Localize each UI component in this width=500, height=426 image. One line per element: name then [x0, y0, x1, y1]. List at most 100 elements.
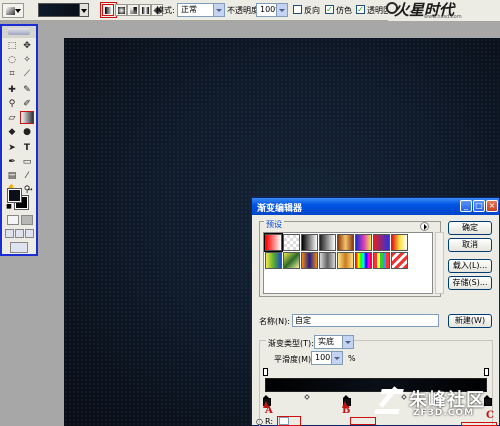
preset-swatch[interactable] — [355, 234, 372, 251]
watermark: 朱峰社区 ZF3D.COM — [375, 381, 500, 426]
chevron-down-icon — [342, 336, 353, 348]
gradient-picker-dropdown[interactable] — [80, 3, 89, 17]
preset-swatch[interactable] — [301, 234, 318, 251]
preset-swatch[interactable] — [373, 252, 390, 269]
mode-label: 模式: — [156, 6, 175, 15]
foreground-color-swatch[interactable] — [7, 188, 22, 203]
swap-colors-icon[interactable]: ↔ — [26, 186, 34, 194]
shape-tool-icon[interactable]: ▭ — [20, 156, 34, 169]
dither-checkbox[interactable]: ✓ — [325, 5, 334, 14]
dither-label: 仿色 — [336, 6, 352, 15]
preset-swatch[interactable] — [337, 234, 354, 251]
linear-gradient-button[interactable] — [102, 4, 114, 16]
clone-stamp-tool-icon[interactable]: ⚲ — [5, 98, 19, 111]
lasso-tool-icon[interactable]: ◌ — [5, 54, 19, 67]
name-input[interactable]: 自定 — [292, 314, 439, 327]
transparency-checkbox[interactable]: ✓ — [356, 5, 365, 14]
move-tool-icon[interactable]: ✥ — [20, 40, 34, 53]
color-r-radio[interactable]: ○ — [256, 417, 263, 426]
history-brush-tool-icon[interactable]: ✐ — [20, 98, 34, 111]
opacity-input[interactable]: 100% — [256, 3, 288, 17]
opacity-stop-right[interactable] — [484, 368, 489, 376]
preset-swatch[interactable] — [319, 252, 336, 269]
maximize-icon[interactable]: □ — [473, 200, 485, 212]
save-button[interactable]: 存储(S)... — [448, 276, 492, 290]
gradient-type-select[interactable]: 实底 — [314, 335, 354, 349]
healing-brush-tool-icon[interactable]: ✚ — [5, 84, 19, 97]
smoothness-label: 平滑度(M): — [274, 355, 314, 364]
preset-swatch[interactable] — [391, 234, 408, 251]
color-r-input[interactable] — [279, 417, 289, 425]
toolbox: ⬚ ✥ ◌ ✧ ⌗ ⟋ ✚ ✎ ⚲ ✐ ▱ ◆ ● ➤ T ✒ ▭ ▤ ⁄ ✋ … — [0, 24, 38, 256]
chevron-right-icon — [331, 352, 342, 364]
angle-gradient-button[interactable] — [127, 4, 139, 16]
tool-preset-picker[interactable] — [2, 3, 24, 18]
radial-gradient-button[interactable] — [115, 4, 127, 16]
linear-gradient-icon — [105, 7, 112, 14]
new-button[interactable]: 新建(W) — [448, 314, 492, 328]
eraser-tool-icon[interactable]: ▱ — [5, 112, 19, 125]
preset-swatch[interactable] — [264, 233, 283, 252]
reverse-checkbox[interactable] — [293, 5, 302, 14]
adobe-feather-icon — [8, 28, 30, 35]
jump-to-imageready-button[interactable] — [10, 242, 28, 253]
preset-swatch[interactable] — [319, 234, 336, 251]
gradient-preview-swatch[interactable] — [38, 3, 80, 17]
chevron-down-icon — [213, 4, 224, 16]
chevron-right-icon — [276, 4, 287, 16]
eyedropper-tool-icon[interactable]: ⁄ — [20, 170, 34, 183]
presets-grid — [263, 232, 433, 294]
angle-gradient-icon — [130, 7, 137, 14]
dodge-tool-icon[interactable]: ● — [20, 126, 34, 139]
site-logo: 火星时代 www.hxsd.com — [386, 0, 500, 21]
default-colors-icon[interactable]: ■ — [5, 203, 13, 211]
path-selection-tool-icon[interactable]: ➤ — [5, 142, 19, 155]
presets-menu-icon[interactable] — [420, 222, 429, 231]
radial-gradient-icon — [118, 7, 125, 14]
smoothness-unit: % — [348, 354, 356, 363]
preset-swatch[interactable] — [373, 234, 390, 251]
cancel-button[interactable]: 取消 — [448, 238, 492, 252]
dialog-title: 渐变编辑器 — [257, 204, 303, 214]
type-tool-icon[interactable]: T — [20, 142, 34, 155]
watermark-en: ZF3D.COM — [413, 408, 475, 418]
presets-scrollbar[interactable] — [435, 232, 444, 294]
preset-swatch[interactable] — [283, 234, 300, 251]
load-button[interactable]: 载入(L)... — [448, 259, 492, 273]
screen-mode-standard-button[interactable] — [5, 229, 14, 238]
preset-swatch[interactable] — [355, 252, 372, 269]
slice-tool-icon[interactable]: ⟋ — [20, 68, 34, 81]
screen-mode-full-button[interactable] — [25, 229, 34, 238]
mode-select[interactable]: 正常 — [177, 3, 225, 17]
preset-swatch[interactable] — [337, 252, 354, 269]
mode-value: 正常 — [181, 5, 197, 14]
preset-swatch[interactable] — [301, 252, 318, 269]
standard-mode-button[interactable] — [7, 215, 19, 225]
gradient-type-label: 渐变类型(T): — [266, 338, 316, 349]
screen-mode-menu-button[interactable] — [15, 229, 24, 238]
preset-swatch[interactable] — [283, 252, 300, 269]
reflected-gradient-button[interactable] — [139, 4, 151, 16]
quick-mask-mode-button[interactable] — [21, 215, 33, 225]
magic-wand-tool-icon[interactable]: ✧ — [20, 54, 34, 67]
highlight-box-location — [350, 417, 376, 425]
gradient-tool-icon[interactable] — [20, 111, 34, 124]
ok-button[interactable]: 确定 — [448, 221, 492, 235]
close-icon[interactable]: × — [486, 200, 498, 212]
crop-tool-icon[interactable]: ⌗ — [5, 68, 19, 81]
smoothness-input[interactable]: 100 — [311, 351, 343, 365]
name-label: 名称(N): — [259, 317, 290, 326]
minimize-icon[interactable]: _ — [460, 200, 472, 212]
preset-swatch[interactable] — [391, 252, 408, 269]
opacity-stop-left[interactable] — [263, 368, 268, 376]
pen-tool-icon[interactable]: ✒ — [5, 156, 19, 169]
reverse-label: 反向 — [304, 6, 320, 15]
preset-swatch[interactable] — [265, 252, 282, 269]
toolbox-header[interactable] — [2, 26, 36, 38]
blur-tool-icon[interactable]: ◆ — [5, 126, 19, 139]
notes-tool-icon[interactable]: ▤ — [5, 170, 19, 183]
marquee-tool-icon[interactable]: ⬚ — [5, 40, 19, 53]
brush-tool-icon[interactable]: ✎ — [20, 84, 34, 97]
gradient-tool-icon — [6, 7, 15, 15]
dialog-titlebar[interactable]: 渐变编辑器 _ □ × — [252, 198, 499, 215]
